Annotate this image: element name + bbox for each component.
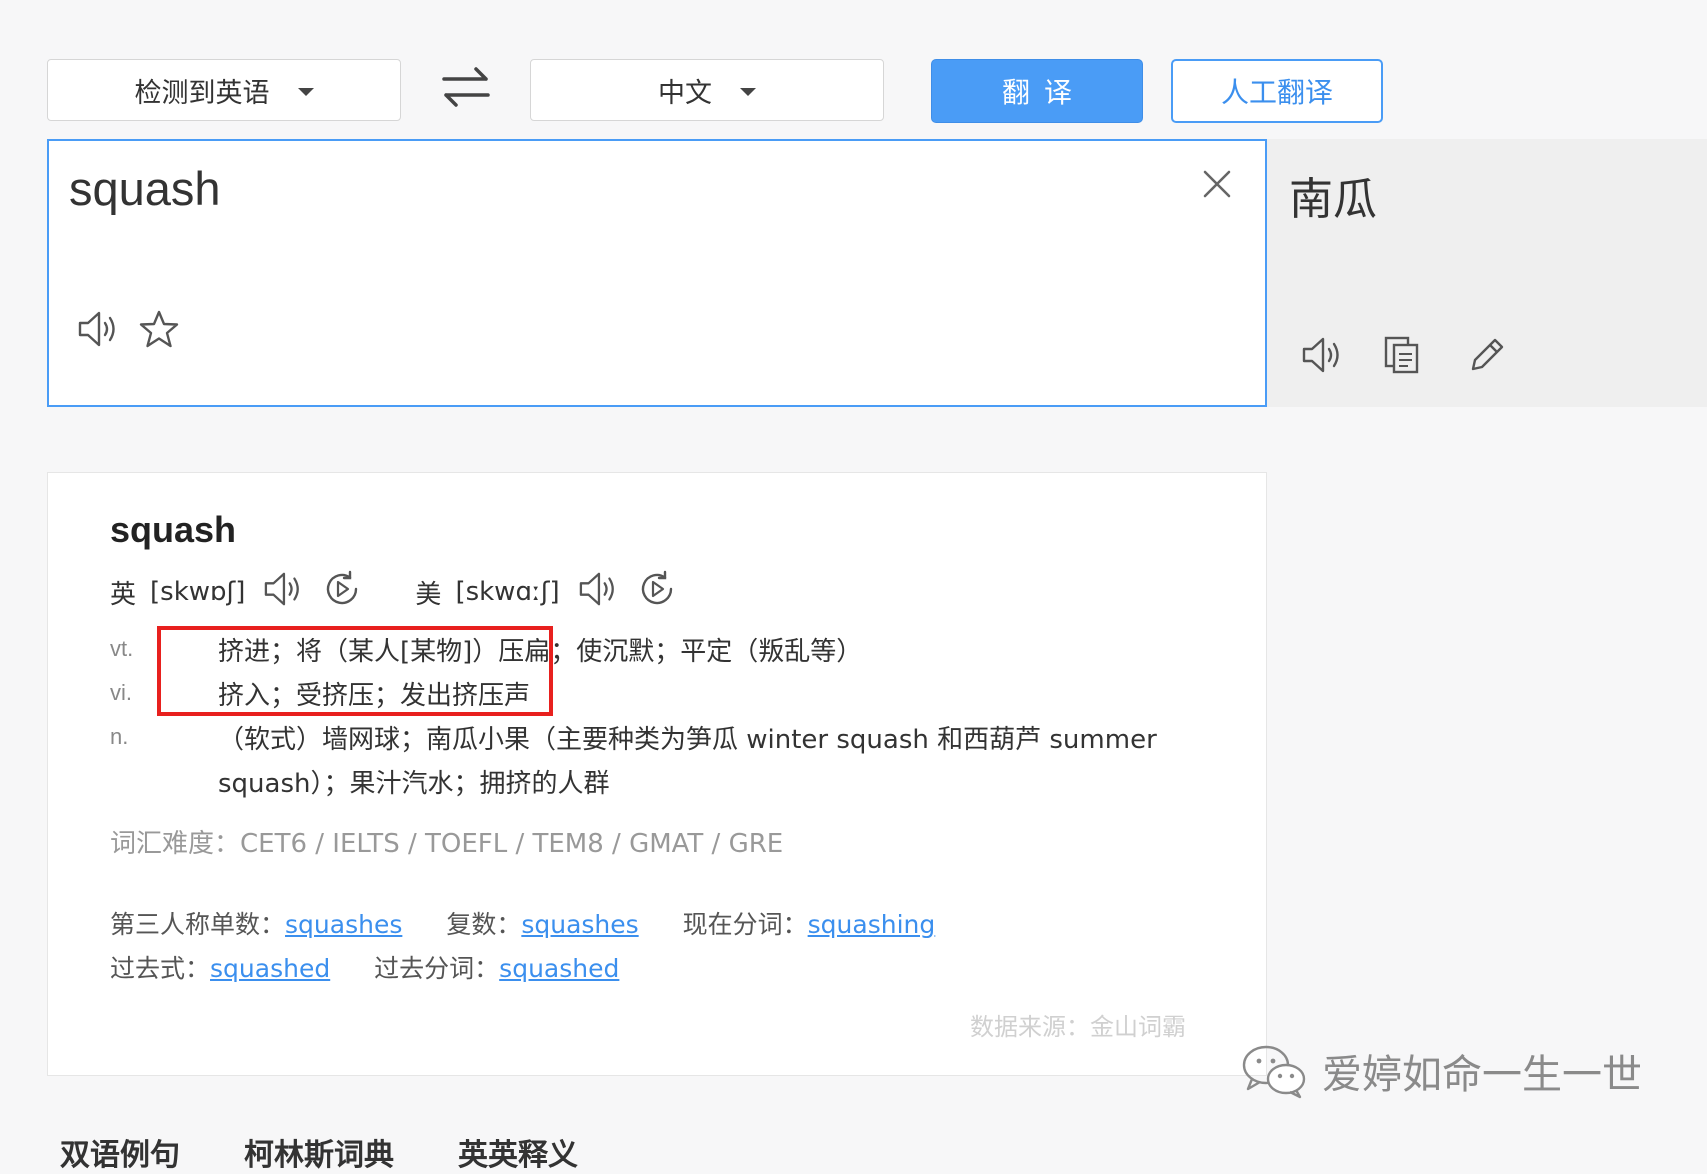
level-label: 词汇难度： xyxy=(110,829,241,859)
highlight-annotation xyxy=(157,626,553,716)
part-of-speech: n. xyxy=(110,724,129,749)
caret-down-icon xyxy=(297,88,314,96)
uk-replay-button[interactable] xyxy=(323,570,361,615)
plural-label: 复数： xyxy=(446,910,522,939)
us-speak-button[interactable] xyxy=(578,570,618,615)
bottom-tabs: 双语例句 柯林斯词典 英英释义 xyxy=(60,1130,578,1174)
tab-bilingual-examples[interactable]: 双语例句 xyxy=(60,1130,180,1174)
plural-link[interactable]: squashes xyxy=(521,910,638,939)
pencil-icon xyxy=(1471,338,1504,371)
present-participle-link[interactable]: squashing xyxy=(808,910,936,939)
past-participle-link[interactable]: squashed xyxy=(499,954,619,983)
star-icon xyxy=(139,310,179,348)
copy-button[interactable] xyxy=(1383,335,1421,380)
close-icon xyxy=(1203,170,1231,198)
level-value: CET6 / IELTS / TOEFL / TEM8 / GMAT / GRE xyxy=(240,829,784,859)
target-language-select[interactable]: 中文 xyxy=(530,59,884,121)
swap-languages-button[interactable] xyxy=(440,64,492,110)
uk-phonetic: [skwɒʃ] xyxy=(150,577,246,607)
speaker-icon xyxy=(265,572,300,605)
translation-text: 南瓜 xyxy=(1289,174,1377,225)
word-forms-row: 过去式：squashed 过去分词：squashed xyxy=(110,949,619,985)
speaker-icon xyxy=(579,572,614,605)
watermark-text: 爱婷如命一生一世 xyxy=(1322,1052,1642,1098)
word-forms-row: 第三人称单数：squashes 复数：squashes 现在分词：squashi… xyxy=(110,905,935,941)
favorite-button[interactable] xyxy=(139,309,179,354)
speaker-icon xyxy=(1302,337,1339,373)
copy-icon xyxy=(1384,336,1419,374)
third-person-label: 第三人称单数： xyxy=(110,910,286,939)
wechat-icon xyxy=(1242,1045,1306,1099)
source-language-label: 检测到英语 xyxy=(134,77,270,109)
speaker-icon xyxy=(78,311,115,347)
definition-text: squash）；果汁汽水；拥挤的人群 xyxy=(218,769,610,799)
past-participle-label: 过去分词： xyxy=(374,954,500,983)
output-speak-button[interactable] xyxy=(1301,335,1343,380)
us-label: 美 xyxy=(415,579,442,610)
past-label: 过去式： xyxy=(110,954,211,983)
tab-collins-dictionary[interactable]: 柯林斯词典 xyxy=(244,1130,394,1174)
source-text-area[interactable]: squash xyxy=(47,139,1267,407)
source-text[interactable]: squash xyxy=(69,161,221,216)
dictionary-card: squash 英 [skwɒʃ] 美 [skwɑːʃ] vt. 挤进；将（某人[… xyxy=(47,472,1267,1076)
source-speak-button[interactable] xyxy=(77,309,119,354)
swap-arrows-icon xyxy=(442,67,490,107)
past-link[interactable]: squashed xyxy=(210,954,330,983)
replay-icon xyxy=(327,570,358,604)
translate-button[interactable]: 翻译 xyxy=(931,59,1143,123)
pronunciation-row: 英 [skwɒʃ] 美 [skwɑːʃ] xyxy=(110,570,676,615)
present-participle-label: 现在分词： xyxy=(682,910,808,939)
replay-icon xyxy=(641,570,672,604)
translation-output-panel: 南瓜 xyxy=(1267,139,1707,407)
part-of-speech: vt. xyxy=(110,636,134,661)
us-phonetic: [skwɑːʃ] xyxy=(455,577,560,607)
human-translate-button[interactable]: 人工翻译 xyxy=(1171,59,1383,123)
vocabulary-level: 词汇难度：CET6 / IELTS / TOEFL / TEM8 / GMAT … xyxy=(110,823,783,860)
tab-english-definitions[interactable]: 英英释义 xyxy=(458,1130,578,1174)
clear-button[interactable] xyxy=(1202,169,1232,199)
target-language-label: 中文 xyxy=(658,77,712,109)
us-replay-button[interactable] xyxy=(638,570,676,615)
uk-speak-button[interactable] xyxy=(263,570,303,615)
watermark: 爱婷如命一生一世 xyxy=(1240,1042,1642,1100)
data-source: 数据来源：金山词霸 xyxy=(970,1013,1186,1041)
caret-down-icon xyxy=(740,88,756,96)
source-language-select[interactable]: 检测到英语 xyxy=(47,59,401,121)
third-person-link[interactable]: squashes xyxy=(285,910,402,939)
part-of-speech: vi. xyxy=(110,680,132,705)
edit-button[interactable] xyxy=(1467,335,1507,380)
definition-text: （软式）墙网球；南瓜小果（主要种类为笋瓜 winter squash 和西葫芦 … xyxy=(218,725,1157,755)
uk-label: 英 xyxy=(110,579,137,610)
dictionary-word: squash xyxy=(110,509,237,550)
